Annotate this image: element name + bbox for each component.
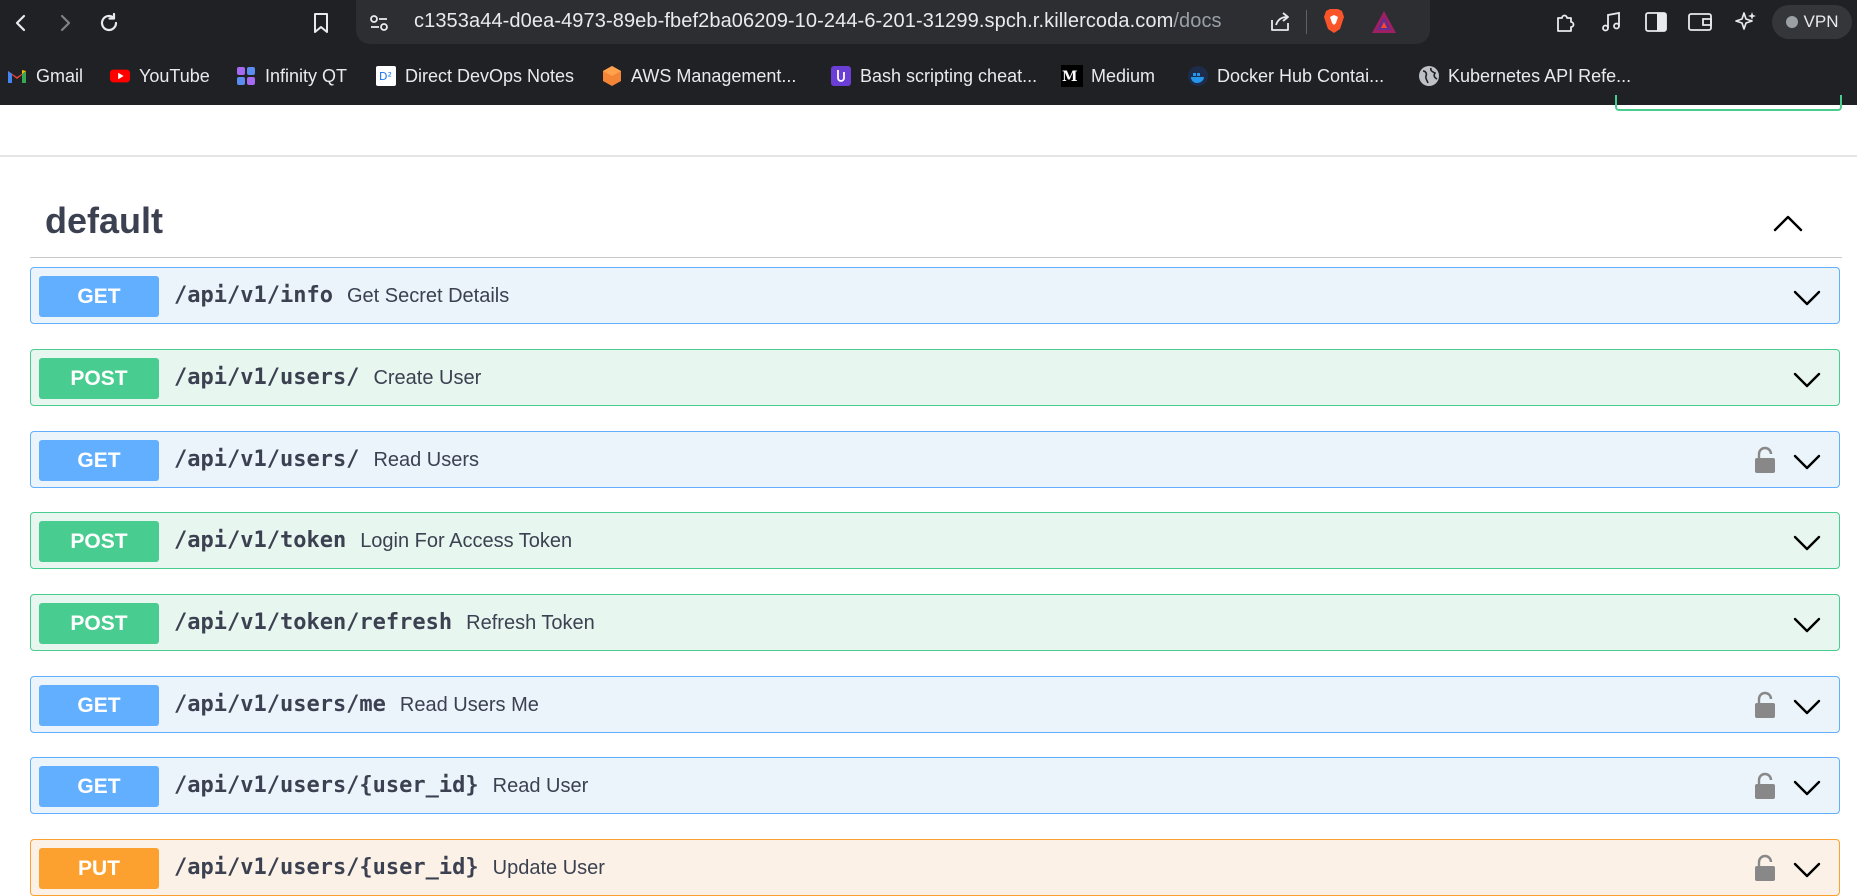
wallet-icon[interactable] [1686,8,1714,36]
lock-icon[interactable] [1753,772,1777,800]
vpn-status-icon [1785,16,1798,28]
url-text[interactable]: c1353a44-d0ea-4973-89eb-fbef2ba06209-10-… [414,10,1222,33]
operation-path-text: /api/v1/users/{user_id} [174,855,479,880]
brave-rewards-icon[interactable] [1370,8,1398,36]
chevron-down-icon[interactable] [1793,692,1821,720]
bookmark-infinity-qt[interactable]: Infinity QT [235,62,347,90]
operation-row[interactable]: GET /api/v1/users/{user_id} Read User [30,757,1840,814]
operation-row[interactable]: GET /api/v1/info Get Secret Details [30,267,1840,324]
site-settings-icon[interactable] [365,9,393,37]
section-divider [30,257,1842,258]
operation-row[interactable]: GET /api/v1/users/ Read Users [30,431,1840,488]
bookmark-youtube[interactable]: YouTube [109,62,210,90]
operation-summary: Login For Access Token [360,530,573,552]
bookmark-aws[interactable]: AWS Management... [601,62,796,90]
chevron-down-icon[interactable] [1793,447,1821,475]
method-badge[interactable]: GET [39,766,159,807]
operation-path-text: /api/v1/token [174,528,347,553]
bookmarks-bar: Gmail YouTube Infinity QT D² Direct DevO… [0,46,1857,105]
bookmark-devops-notes[interactable]: D² Direct DevOps Notes [375,62,574,90]
operation-path[interactable]: /api/v1/users/{user_id} Update User [174,855,605,880]
operation-path[interactable]: /api/v1/users/{user_id} Read User [174,773,588,798]
bookmark-kubernetes-api[interactable]: Kubernetes API Refe... [1418,62,1631,90]
bash-icon [830,65,852,87]
chevron-down-icon[interactable] [1793,855,1821,883]
svg-text:D²: D² [379,70,392,83]
operation-row[interactable]: POST /api/v1/users/ Create User [30,349,1840,406]
vpn-label: VPN [1803,12,1839,31]
svg-text:M: M [1062,69,1078,85]
lock-icon[interactable] [1753,691,1777,719]
operation-path-text: /api/v1/users/me [174,692,386,717]
globe-icon [1418,65,1440,87]
aws-icon [601,65,623,87]
chevron-down-icon[interactable] [1793,528,1821,556]
operation-summary: Create User [373,367,482,389]
bookmark-icon[interactable] [308,10,334,36]
operation-path[interactable]: /api/v1/users/ Read Users [174,447,479,472]
operation-summary: Read Users [373,449,480,471]
youtube-icon [109,65,131,87]
chevron-down-icon[interactable] [1793,610,1821,638]
vpn-button[interactable]: VPN [1772,5,1852,39]
method-badge[interactable]: POST [39,521,159,562]
bookmark-docker-hub[interactable]: Docker Hub Contai... [1187,62,1384,90]
operation-path[interactable]: /api/v1/token Login For Access Token [174,528,572,553]
swagger-header-scrolled [0,105,1857,157]
method-badge[interactable]: GET [39,276,159,317]
operation-path-text: /api/v1/users/{user_id} [174,773,479,798]
operation-row[interactable]: GET /api/v1/users/me Read Users Me [30,676,1840,733]
operation-path-text: /api/v1/users/ [174,365,360,390]
brave-shields-icon[interactable] [1320,7,1348,35]
operation-summary: Update User [492,857,605,879]
bookmark-medium[interactable]: M Medium [1061,62,1155,90]
operation-summary: Read User [492,775,589,797]
extensions-icon[interactable] [1552,8,1580,36]
chevron-down-icon[interactable] [1793,773,1821,801]
operation-summary: Get Secret Details [346,285,510,307]
operation-row[interactable]: POST /api/v1/token Login For Access Toke… [30,512,1840,569]
reload-icon[interactable] [96,10,122,36]
share-icon[interactable] [1266,8,1294,36]
method-badge[interactable]: GET [39,685,159,726]
authorize-button[interactable] [1615,95,1842,111]
method-badge[interactable]: POST [39,603,159,644]
tag-section-title: default [45,200,164,241]
infinity-qt-icon [235,65,257,87]
chevron-down-icon[interactable] [1793,365,1821,393]
leo-ai-icon[interactable] [1731,8,1759,36]
bookmark-bash[interactable]: Bash scripting cheat... [830,62,1037,90]
operation-row[interactable]: PUT /api/v1/users/{user_id} Update User [30,839,1840,896]
operation-path[interactable]: /api/v1/users/ Create User [174,365,481,390]
docker-icon [1187,65,1209,87]
operation-summary: Refresh Token [466,612,595,634]
operation-path-text: /api/v1/token/refresh [174,610,453,635]
back-icon[interactable] [8,10,34,36]
operation-path-text: /api/v1/users/ [174,447,360,472]
lock-icon[interactable] [1753,446,1777,474]
chevron-up-icon[interactable] [1770,205,1806,241]
forward-icon[interactable] [52,10,78,36]
operation-path[interactable]: /api/v1/users/me Read Users Me [174,692,539,717]
browser-toolbar: c1353a44-d0ea-4973-89eb-fbef2ba06209-10-… [0,0,1857,46]
medium-icon: M [1061,65,1083,87]
media-icon[interactable] [1597,8,1625,36]
operation-path[interactable]: /api/v1/info Get Secret Details [174,283,509,308]
chevron-down-icon[interactable] [1793,283,1821,311]
operation-path[interactable]: /api/v1/token/refresh Refresh Token [174,610,595,635]
method-badge[interactable]: POST [39,358,159,399]
sidebar-icon[interactable] [1642,8,1670,36]
operation-summary: Read Users Me [399,694,539,716]
method-badge[interactable]: GET [39,440,159,481]
lock-icon[interactable] [1753,854,1777,882]
operation-row[interactable]: POST /api/v1/token/refresh Refresh Token [30,594,1840,651]
operation-path-text: /api/v1/info [174,283,333,308]
gmail-icon [6,65,28,87]
bookmark-gmail[interactable]: Gmail [6,62,83,90]
devops-notes-icon: D² [375,65,397,87]
